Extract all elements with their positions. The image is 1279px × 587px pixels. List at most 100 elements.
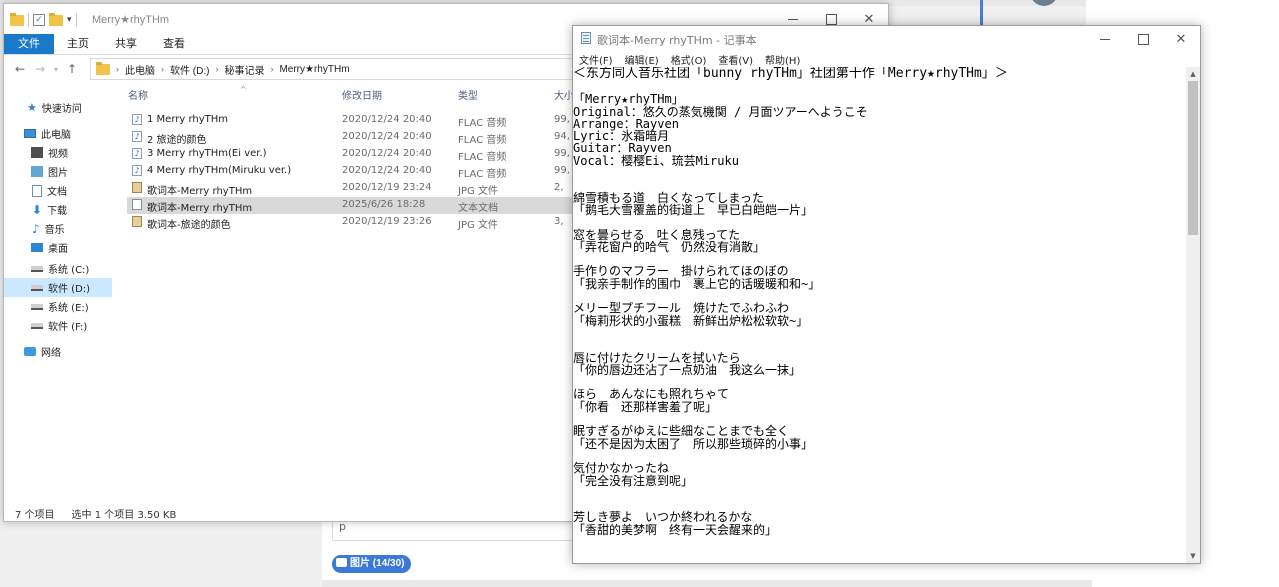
- navigation-pane: ★ 快速访问 此电脑 视频 图片 文档 ⬇ 下载 ♪ 音乐 桌面 系统 (C:) 软件…: [4, 83, 112, 503]
- item-count: 7 个项目: [15, 509, 55, 521]
- maximize-button[interactable]: [1124, 26, 1162, 52]
- breadcrumb-item[interactable]: 软件 (D:): [170, 62, 209, 77]
- properties-icon[interactable]: ✓: [33, 14, 45, 26]
- background-divider: [322, 580, 1092, 587]
- audio-file-icon: ♪: [132, 131, 142, 142]
- breadcrumb-item[interactable]: 此电脑: [125, 62, 155, 77]
- file-type: JPG 文件: [458, 220, 498, 231]
- menu-view[interactable]: 查看(V): [718, 52, 753, 67]
- image-count-label: 图片 (14/30): [350, 558, 405, 569]
- sidebar-item-music[interactable]: ♪ 音乐: [4, 219, 112, 238]
- tab-file[interactable]: 文件: [4, 34, 54, 54]
- text-line: 芳しき夢よ いつか終われるかな: [573, 510, 753, 525]
- sidebar-item-this-pc[interactable]: 此电脑: [4, 124, 112, 143]
- divider: [28, 13, 29, 27]
- text-line: メリー型プチフール 焼けたでふわふわ: [573, 301, 790, 316]
- scroll-down-icon[interactable]: ▼: [1186, 549, 1200, 563]
- pictures-icon: [31, 166, 43, 177]
- forward-arrow-icon[interactable]: →: [30, 62, 50, 76]
- file-date: 2020/12/24 20:40: [342, 114, 432, 125]
- file-name: 1 Merry rhyTHm: [147, 114, 229, 125]
- selection-info: 选中 1 个项目 3.50 KB: [71, 509, 177, 521]
- scroll-thumb[interactable]: [1188, 81, 1198, 235]
- sidebar-item-network[interactable]: 网络: [4, 342, 112, 361]
- vertical-scrollbar[interactable]: ▲ ▼: [1186, 67, 1200, 563]
- sidebar-item-label: 网络: [41, 348, 61, 359]
- tab-view[interactable]: 查看: [150, 34, 198, 54]
- breadcrumb-separator: ›: [215, 64, 219, 74]
- text-line: 「弄花窗户的哈气 仍然没有消散」: [573, 239, 766, 254]
- documents-icon: [32, 184, 42, 197]
- text-line: Guitar：Rayven: [573, 141, 672, 156]
- text-line: 「香甜的美梦啊 终有一天会醒来的」: [573, 522, 778, 537]
- tab-share[interactable]: 共享: [102, 34, 150, 54]
- sidebar-item-label: 图片: [48, 168, 68, 179]
- drive-icon: [31, 284, 43, 291]
- sidebar-item-pictures[interactable]: 图片: [4, 162, 112, 181]
- file-type: 文本文档: [458, 203, 498, 214]
- text-file-icon: [132, 199, 142, 210]
- sidebar-item-documents[interactable]: 文档: [4, 181, 112, 200]
- text-line: 「Merry★rhyTHm」: [573, 92, 684, 107]
- table-row[interactable]: ♪ 2 旅途的颜色 2020/12/24 20:40 FLAC 音频 94,: [128, 129, 570, 146]
- file-size: 99,: [554, 165, 570, 176]
- column-header-label: 名称: [128, 91, 148, 102]
- sidebar-item-videos[interactable]: 视频: [4, 143, 112, 162]
- column-header-name[interactable]: 名称 ^: [128, 85, 247, 105]
- text-line: 窓を曇らせる 吐く息残ってた: [573, 227, 741, 242]
- image-file-icon: [132, 216, 142, 227]
- text-line: 眠すぎるがゆえに些細なことまでも全く: [573, 424, 790, 439]
- sidebar-item-drive-f[interactable]: 软件 (F:): [4, 316, 112, 335]
- menu-bar: 文件(F) 编辑(E) 格式(O) 查看(V) 帮助(H): [573, 52, 1200, 67]
- sidebar-item-drive-e[interactable]: 系统 (E:): [4, 297, 112, 316]
- menu-edit[interactable]: 编辑(E): [625, 52, 659, 67]
- customize-toolbar-icon[interactable]: ▾: [67, 15, 72, 25]
- breadcrumb-item[interactable]: Merry★rhyTHm: [279, 64, 349, 75]
- scroll-up-icon[interactable]: ▲: [1186, 67, 1200, 81]
- text-line: 「你的唇边还沾了一点奶油 我这么一抹」: [573, 362, 802, 377]
- column-header-size[interactable]: 大小: [554, 87, 574, 105]
- table-row-selected[interactable]: 歌词本-Merry rhyTHm 2025/6/26 18:28 文本文档: [127, 197, 587, 214]
- file-name: 歌词本-Merry rhyTHm: [147, 203, 253, 214]
- sidebar-item-drive-d[interactable]: 软件 (D:): [4, 278, 112, 297]
- table-row[interactable]: 歌词本-Merry rhyTHm 2020/12/19 23:24 JPG 文件…: [128, 180, 564, 197]
- sidebar-item-quick-access[interactable]: ★ 快速访问: [4, 98, 112, 117]
- file-type: FLAC 音频: [458, 152, 507, 163]
- back-arrow-icon[interactable]: ←: [10, 62, 30, 76]
- recent-locations-icon[interactable]: ▾: [50, 65, 62, 74]
- sidebar-item-downloads[interactable]: ⬇ 下载: [4, 200, 112, 219]
- menu-help[interactable]: 帮助(H): [765, 52, 800, 67]
- menu-format[interactable]: 格式(O): [671, 52, 707, 67]
- text-line: 「完全没有注意到呢」: [573, 473, 694, 488]
- sidebar-item-label: 软件 (D:): [48, 284, 91, 295]
- sidebar-item-drive-c[interactable]: 系统 (C:): [4, 259, 112, 278]
- text-line: [573, 216, 1188, 228]
- table-row[interactable]: ♪ 3 Merry rhyTHm(Ei ver.) 2020/12/24 20:…: [128, 146, 570, 163]
- column-header-type[interactable]: 类型: [458, 87, 478, 105]
- table-row[interactable]: 歌词本-旅途的颜色 2020/12/19 23:26 JPG 文件 3,: [128, 214, 564, 231]
- table-row[interactable]: ♪ 4 Merry rhyTHm(Miruku ver.) 2020/12/24…: [128, 163, 570, 180]
- close-button[interactable]: ✕: [1162, 26, 1200, 52]
- text-line: 「还不是因为太困了 所以那些琐碎的小事」: [573, 436, 814, 451]
- menu-file[interactable]: 文件(F): [579, 52, 613, 67]
- window-controls: ✕: [1086, 26, 1200, 52]
- new-folder-icon[interactable]: [49, 12, 63, 26]
- sidebar-item-desktop[interactable]: 桌面: [4, 238, 112, 257]
- minimize-button[interactable]: [1086, 26, 1124, 52]
- video-icon: [31, 147, 43, 158]
- file-type: JPG 文件: [458, 186, 498, 197]
- text-line: [573, 327, 1188, 339]
- table-row[interactable]: ♪ 1 Merry rhyTHm 2020/12/24 20:40 FLAC 音…: [128, 112, 570, 129]
- tab-home[interactable]: 主页: [54, 34, 102, 54]
- sidebar-item-label: 系统 (E:): [48, 303, 89, 314]
- breadcrumb-item[interactable]: 秘事记录: [224, 62, 264, 77]
- image-icon: [336, 558, 347, 567]
- notepad-window: 歌词本-Merry rhyTHm - 记事本 ✕ 文件(F) 编辑(E) 格式(…: [572, 25, 1201, 564]
- image-count-badge[interactable]: 图片 (14/30): [332, 555, 412, 573]
- column-header-date[interactable]: 修改日期: [342, 87, 382, 105]
- star-icon: ★: [27, 101, 37, 114]
- text-line: [573, 167, 1188, 179]
- text-line: 気付かなかったね: [573, 461, 670, 476]
- text-editor[interactable]: ＜东方同人音乐社团「bunny rhyTHm」社团第十作「Merry★rhyTH…: [573, 67, 1188, 563]
- up-arrow-icon[interactable]: ↑: [62, 62, 82, 76]
